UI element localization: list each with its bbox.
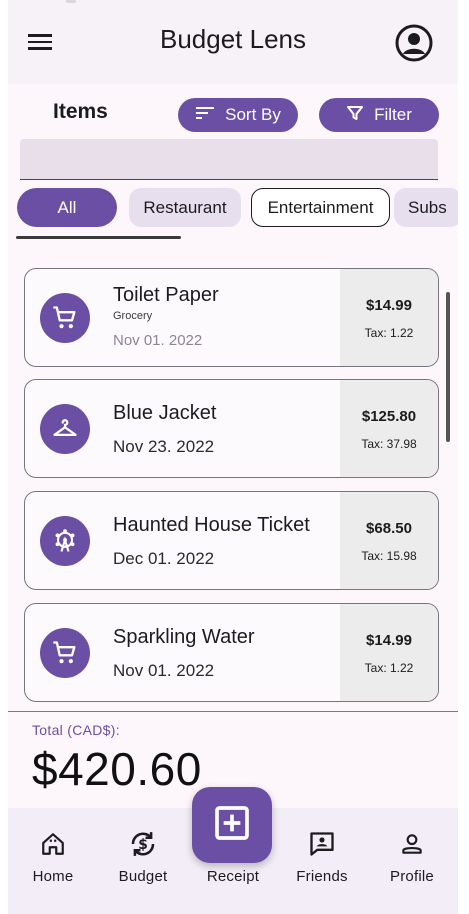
shopping-cart-icon xyxy=(40,628,90,678)
nav-friends[interactable]: Friends xyxy=(282,808,362,900)
total-value: $420.60 xyxy=(32,743,202,795)
home-icon xyxy=(40,828,66,860)
item-date: Nov 23. 2022 xyxy=(113,437,215,456)
nav-profile[interactable]: Profile xyxy=(372,808,452,900)
item-card[interactable]: Toilet Paper Grocery Nov 01. 2022 $14.99… xyxy=(24,268,439,367)
item-tax: Tax: 1.22 xyxy=(364,326,414,340)
item-date: Dec 01. 2022 xyxy=(113,549,215,568)
nav-profile-label: Profile xyxy=(390,868,434,885)
add-box-icon xyxy=(212,803,252,848)
item-price-box: $68.50 Tax: 15.98 xyxy=(340,492,438,589)
item-price: $68.50 xyxy=(366,520,412,537)
chip-all[interactable]: All xyxy=(17,188,117,227)
nav-budget[interactable]: $ Budget xyxy=(103,808,183,900)
item-card[interactable]: Haunted House Ticket Dec 01. 2022 $68.50… xyxy=(24,491,439,590)
item-tax: Tax: 37.98 xyxy=(361,437,417,451)
status-bar-fragment xyxy=(66,0,76,3)
budget-refresh-dollar-icon: $ xyxy=(128,828,158,860)
item-date: Nov 01. 2022 xyxy=(113,332,203,349)
item-card[interactable]: Blue Jacket Nov 23. 2022 $125.80 Tax: 37… xyxy=(24,379,439,478)
item-price: $14.99 xyxy=(366,297,412,314)
item-name: Blue Jacket xyxy=(113,402,217,424)
item-price-box: $14.99 Tax: 1.22 xyxy=(340,604,438,701)
item-tax: Tax: 15.98 xyxy=(361,549,417,563)
sort-by-label: Sort By xyxy=(225,105,281,124)
sort-icon xyxy=(195,105,215,126)
shopping-cart-icon xyxy=(40,293,90,343)
nav-friends-label: Friends xyxy=(296,868,348,885)
item-category: Grocery xyxy=(113,310,153,322)
account-circle-icon[interactable] xyxy=(395,24,433,62)
item-price: $14.99 xyxy=(366,632,412,649)
top-app-bar: Budget Lens xyxy=(8,0,458,84)
item-price: $125.80 xyxy=(361,408,417,425)
svg-text:$: $ xyxy=(138,837,148,853)
item-name: Sparkling Water xyxy=(113,626,255,648)
search-input[interactable] xyxy=(20,139,438,180)
person-icon xyxy=(399,828,425,860)
app-screen: Budget Lens Items Sort By Filter All Res… xyxy=(8,0,458,914)
nav-home[interactable]: Home xyxy=(13,808,93,900)
filter-label: Filter xyxy=(374,105,412,124)
item-name: Toilet Paper xyxy=(113,284,219,306)
nav-budget-label: Budget xyxy=(118,868,168,885)
item-card[interactable]: Sparkling Water Nov 01. 2022 $14.99 Tax:… xyxy=(24,603,439,702)
chip-entertainment[interactable]: Entertainment xyxy=(251,188,390,227)
add-receipt-fab[interactable] xyxy=(192,787,272,863)
hanger-icon xyxy=(40,404,90,454)
chat-person-icon xyxy=(308,828,336,860)
item-tax: Tax: 1.22 xyxy=(364,661,414,675)
item-name: Haunted House Ticket xyxy=(113,514,310,536)
filter-button[interactable]: Filter xyxy=(319,98,439,132)
nav-receipt-label: Receipt xyxy=(206,868,260,885)
filter-funnel-icon xyxy=(346,104,364,127)
ferris-wheel-icon xyxy=(40,516,90,566)
item-price-box: $14.99 Tax: 1.22 xyxy=(340,269,438,366)
item-price-box: $125.80 Tax: 37.98 xyxy=(340,380,438,477)
item-date: Nov 01. 2022 xyxy=(113,661,215,680)
items-heading: Items xyxy=(53,100,108,123)
total-divider xyxy=(8,711,458,712)
list-scrollbar[interactable] xyxy=(446,292,450,442)
chip-subscriptions[interactable]: Subs xyxy=(394,188,458,227)
nav-home-label: Home xyxy=(32,868,74,885)
total-label: Total (CAD$): xyxy=(32,722,120,738)
sort-by-button[interactable]: Sort By xyxy=(178,98,298,132)
app-title: Budget Lens xyxy=(159,24,306,54)
chip-restaurant[interactable]: Restaurant xyxy=(129,188,241,227)
chip-scroll-indicator xyxy=(16,236,181,239)
